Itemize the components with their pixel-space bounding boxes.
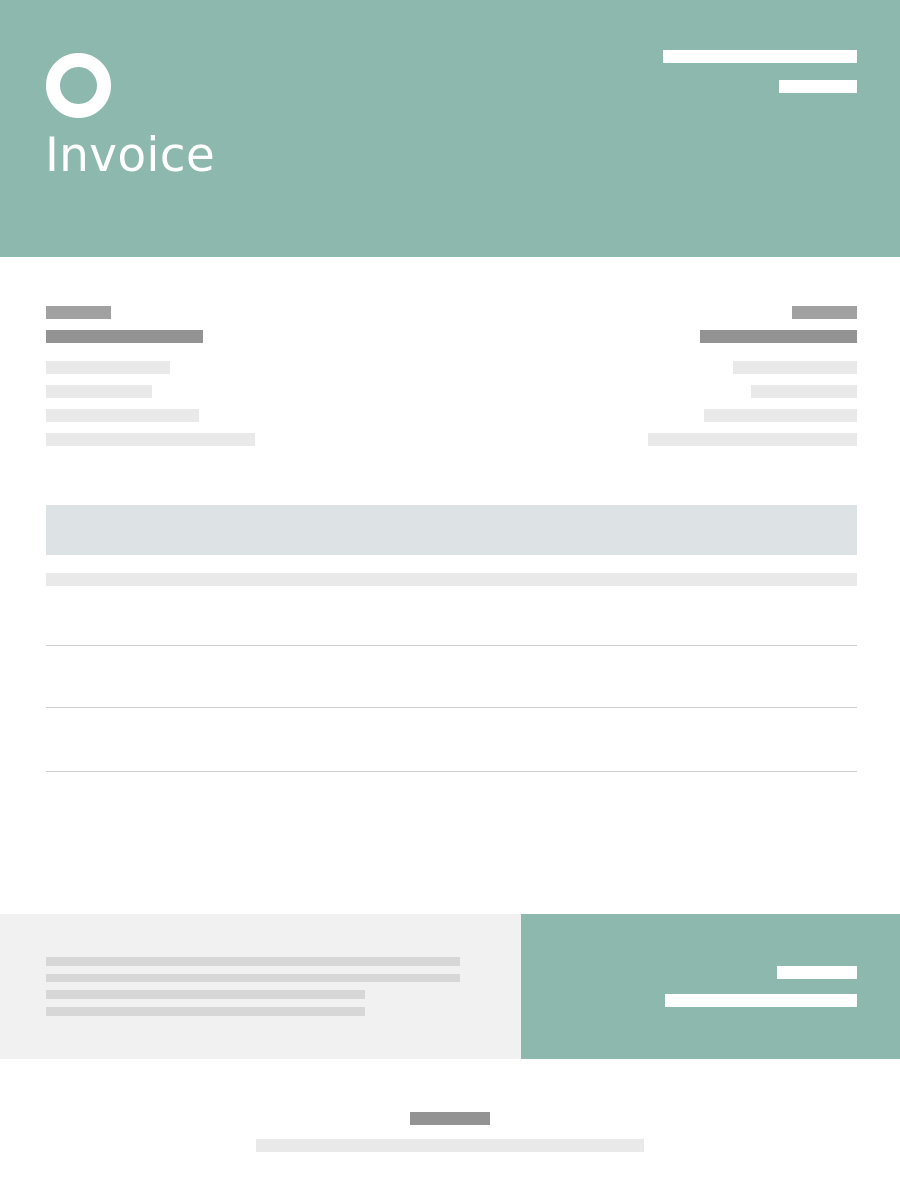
contact-info-placeholder: [256, 1139, 644, 1152]
totals-panel: [521, 914, 900, 1059]
invoice-title: Invoice: [45, 128, 216, 183]
from-label-placeholder: [792, 306, 857, 319]
sender-address-line-placeholder: [648, 433, 857, 446]
notes-panel: [0, 914, 521, 1059]
client-address-line-placeholder: [46, 409, 199, 422]
sender-address-line-placeholder: [733, 361, 857, 374]
notes-line-placeholder: [46, 974, 460, 982]
client-address-line-placeholder: [46, 361, 170, 374]
client-address-line-placeholder: [46, 385, 152, 398]
client-name-placeholder: [46, 330, 203, 343]
total-label-placeholder: [777, 966, 857, 979]
table-row-placeholder: [46, 573, 857, 586]
notes-line-placeholder: [46, 990, 365, 999]
billed-to-label-placeholder: [46, 306, 111, 319]
client-address-line-placeholder: [46, 433, 255, 446]
row-divider: [46, 771, 857, 772]
sender-address-line-placeholder: [751, 385, 857, 398]
notes-line-placeholder: [46, 1007, 365, 1016]
table-header-row: [46, 505, 857, 555]
company-name-placeholder: [663, 50, 857, 63]
invoice-number-placeholder: [779, 80, 857, 93]
sender-name-placeholder: [700, 330, 857, 343]
company-logo-icon: [46, 53, 111, 118]
invoice-header: Invoice: [0, 0, 900, 257]
thank-you-placeholder: [410, 1112, 490, 1125]
row-divider: [46, 645, 857, 646]
row-divider: [46, 707, 857, 708]
total-amount-placeholder: [665, 994, 857, 1007]
notes-line-placeholder: [46, 957, 460, 966]
sender-address-line-placeholder: [704, 409, 857, 422]
